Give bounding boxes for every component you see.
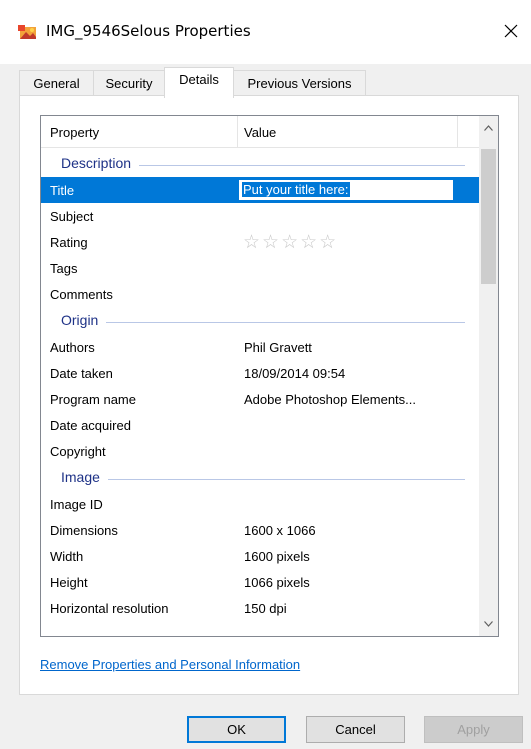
image-file-icon bbox=[18, 24, 38, 42]
property-label: Title bbox=[50, 183, 75, 198]
scroll-thumb[interactable] bbox=[481, 149, 496, 284]
property-label: Dimensions bbox=[50, 523, 118, 538]
scroll-up-button[interactable] bbox=[479, 118, 498, 137]
property-value: 18/09/2014 09:54 bbox=[244, 366, 346, 381]
row-height[interactable]: Height 1066 pixels bbox=[41, 569, 479, 595]
property-label: Date acquired bbox=[50, 418, 131, 433]
row-copyright[interactable]: Copyright bbox=[41, 438, 479, 464]
header-divider[interactable] bbox=[457, 116, 458, 148]
group-title: Origin bbox=[61, 312, 107, 328]
property-label: Height bbox=[50, 575, 88, 590]
tab-previous-versions[interactable]: Previous Versions bbox=[233, 70, 366, 97]
row-tags[interactable]: Tags bbox=[41, 255, 479, 281]
row-authors[interactable]: Authors Phil Gravett bbox=[41, 334, 479, 360]
title-bar: IMG_9546Selous Properties bbox=[0, 0, 531, 64]
close-icon bbox=[504, 24, 518, 38]
header-value[interactable]: Value bbox=[244, 125, 276, 140]
property-label: Horizontal resolution bbox=[50, 601, 169, 616]
chevron-up-icon bbox=[484, 124, 493, 131]
list-header: Property Value bbox=[41, 116, 479, 148]
group-origin[interactable]: Origin bbox=[41, 308, 479, 334]
vertical-scrollbar[interactable] bbox=[479, 116, 498, 636]
property-label: Image ID bbox=[50, 497, 103, 512]
property-label: Date taken bbox=[50, 366, 113, 381]
property-label: Program name bbox=[50, 392, 136, 407]
properties-list[interactable]: Property Value Description Title Put you… bbox=[40, 115, 499, 637]
remove-properties-link[interactable]: Remove Properties and Personal Informati… bbox=[40, 657, 300, 672]
property-value: Phil Gravett bbox=[244, 340, 312, 355]
group-divider bbox=[61, 479, 465, 480]
group-title: Image bbox=[61, 469, 108, 485]
property-label: Copyright bbox=[50, 444, 106, 459]
close-button[interactable] bbox=[496, 16, 526, 46]
rating-stars[interactable]: ☆☆☆☆☆ bbox=[243, 231, 338, 254]
cancel-button[interactable]: Cancel bbox=[306, 716, 405, 743]
details-panel: Property Value Description Title Put you… bbox=[19, 95, 519, 695]
tab-strip: General Security Details Previous Versio… bbox=[19, 67, 519, 98]
header-divider[interactable] bbox=[237, 116, 238, 148]
group-divider bbox=[61, 322, 465, 323]
property-value: 1066 pixels bbox=[244, 575, 310, 590]
row-comments[interactable]: Comments bbox=[41, 281, 479, 307]
property-label: Subject bbox=[50, 209, 94, 224]
ok-button[interactable]: OK bbox=[187, 716, 286, 743]
properties-dialog: IMG_9546Selous Properties General Securi… bbox=[0, 0, 531, 749]
property-label: Comments bbox=[50, 287, 113, 302]
group-description[interactable]: Description bbox=[41, 151, 479, 177]
property-label: Width bbox=[50, 549, 84, 564]
row-width[interactable]: Width 1600 pixels bbox=[41, 543, 479, 569]
apply-button[interactable]: Apply bbox=[424, 716, 523, 743]
row-horizontal-resolution[interactable]: Horizontal resolution 150 dpi bbox=[41, 595, 479, 621]
group-image[interactable]: Image bbox=[41, 465, 479, 491]
tab-general[interactable]: General bbox=[19, 70, 94, 97]
chevron-down-icon bbox=[484, 620, 493, 627]
row-dimensions[interactable]: Dimensions 1600 x 1066 bbox=[41, 517, 479, 543]
tab-security[interactable]: Security bbox=[93, 70, 165, 97]
row-date-taken[interactable]: Date taken 18/09/2014 09:54 bbox=[41, 360, 479, 386]
row-title[interactable]: Title Put your title here: bbox=[41, 177, 479, 203]
group-title: Description bbox=[61, 155, 140, 171]
row-image-id[interactable]: Image ID bbox=[41, 491, 479, 517]
tab-details[interactable]: Details bbox=[164, 67, 234, 98]
window-title: IMG_9546Selous Properties bbox=[46, 22, 251, 40]
header-property[interactable]: Property bbox=[50, 125, 99, 140]
row-rating[interactable]: Rating ☆☆☆☆☆ bbox=[41, 229, 479, 255]
title-edit-field[interactable]: Put your title here: bbox=[238, 179, 454, 201]
property-value: 1600 pixels bbox=[244, 549, 310, 564]
property-value: 150 dpi bbox=[244, 601, 287, 616]
row-subject[interactable]: Subject bbox=[41, 203, 479, 229]
property-label: Tags bbox=[50, 261, 78, 276]
scroll-down-button[interactable] bbox=[479, 614, 498, 633]
title-edit-text: Put your title here: bbox=[242, 182, 350, 197]
row-date-acquired[interactable]: Date acquired bbox=[41, 412, 479, 438]
property-value: Adobe Photoshop Elements... bbox=[244, 392, 417, 407]
row-program-name[interactable]: Program name Adobe Photoshop Elements... bbox=[41, 386, 479, 412]
property-label: Rating bbox=[50, 235, 88, 250]
property-label: Authors bbox=[50, 340, 95, 355]
property-value: 1600 x 1066 bbox=[244, 523, 316, 538]
